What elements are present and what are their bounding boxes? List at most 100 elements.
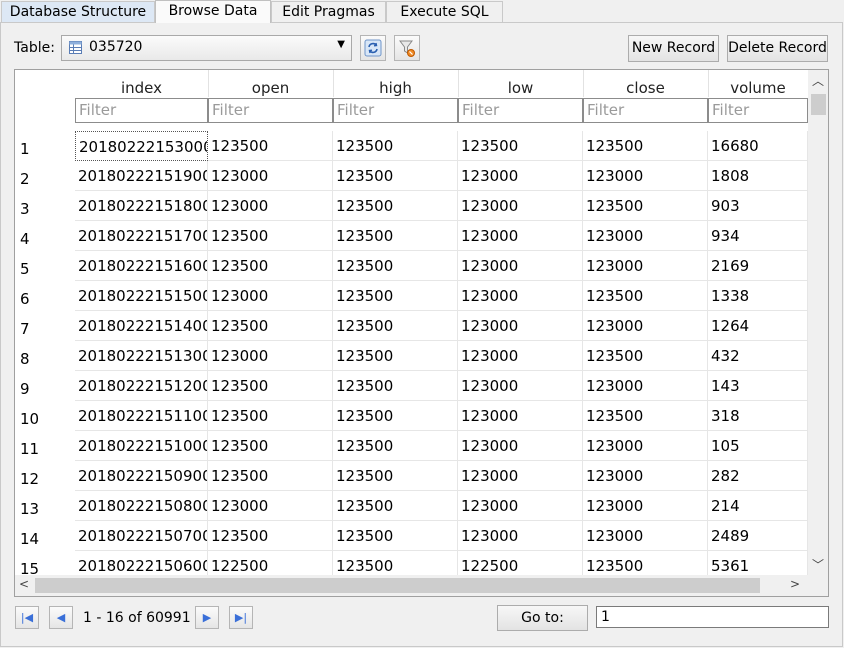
cell-low[interactable]: 123000 xyxy=(458,341,583,371)
cell-high[interactable]: 123500 xyxy=(333,281,458,311)
last-page-button[interactable]: ▶| xyxy=(229,606,253,629)
delete-record-button[interactable]: Delete Record xyxy=(727,35,828,62)
cell-high[interactable]: 123500 xyxy=(333,461,458,491)
cell-high[interactable]: 123500 xyxy=(333,131,458,161)
horizontal-scroll-thumb[interactable] xyxy=(35,578,760,593)
cell-close[interactable]: 123000 xyxy=(583,461,708,491)
cell-close[interactable]: 123000 xyxy=(583,311,708,341)
table-row[interactable]: 13 20180222150800 123000 123500 123000 123000… xyxy=(15,491,808,521)
cell-index[interactable]: 20180222151300 xyxy=(75,341,208,371)
cell-volume[interactable]: 934 xyxy=(708,221,808,251)
row-number[interactable]: 7 xyxy=(20,320,30,338)
cell-high[interactable]: 123500 xyxy=(333,401,458,431)
refresh-button[interactable] xyxy=(360,35,386,61)
cell-high[interactable]: 123500 xyxy=(333,251,458,281)
cell-open[interactable]: 123500 xyxy=(208,521,333,551)
scroll-up-icon[interactable]: ︿ xyxy=(812,72,824,89)
table-select[interactable]: 035720 ▼ xyxy=(61,35,352,61)
cell-open[interactable]: 123000 xyxy=(208,191,333,221)
table-row[interactable]: 9 20180222151200 123500 123500 123000 123000 1… xyxy=(15,371,808,401)
cell-low[interactable]: 123000 xyxy=(458,191,583,221)
cell-close[interactable]: 123000 xyxy=(583,251,708,281)
cell-open[interactable]: 123500 xyxy=(208,131,333,161)
cell-high[interactable]: 123500 xyxy=(333,431,458,461)
cell-close[interactable]: 123500 xyxy=(583,401,708,431)
column-divider[interactable] xyxy=(458,70,459,97)
cell-index[interactable]: 20180222151800 xyxy=(75,191,208,221)
cell-volume[interactable]: 282 xyxy=(708,461,808,491)
cell-index[interactable]: 20180222151400 xyxy=(75,311,208,341)
cell-open[interactable]: 123000 xyxy=(208,161,333,191)
row-number[interactable]: 9 xyxy=(20,380,30,398)
horizontal-scrollbar[interactable]: < > xyxy=(15,575,828,596)
cell-open[interactable]: 123500 xyxy=(208,371,333,401)
cell-volume[interactable]: 214 xyxy=(708,491,808,521)
cell-close[interactable]: 123500 xyxy=(583,191,708,221)
row-number[interactable]: 1 xyxy=(20,140,30,158)
table-row[interactable]: 7 20180222151400 123500 123500 123000 123000 1… xyxy=(15,311,808,341)
table-row[interactable]: 2 20180222151900 123000 123500 123000 123000 1… xyxy=(15,161,808,191)
cell-high[interactable]: 123500 xyxy=(333,521,458,551)
clear-filters-button[interactable] xyxy=(394,35,420,61)
tab-execute-sql[interactable]: Execute SQL xyxy=(386,1,503,22)
first-page-button[interactable]: |◀ xyxy=(15,606,39,629)
cell-low[interactable]: 123000 xyxy=(458,431,583,461)
cell-low[interactable]: 123000 xyxy=(458,491,583,521)
previous-page-button[interactable]: ◀ xyxy=(49,606,73,629)
table-row[interactable]: 8 20180222151300 123000 123500 123000 123500 4… xyxy=(15,341,808,371)
tab-database-structure[interactable]: Database Structure xyxy=(1,1,155,22)
data-grid[interactable]: index Filter open Filter high Filter low Filter… xyxy=(14,69,829,597)
table-row[interactable]: 3 20180222151800 123000 123500 123000 123500 9… xyxy=(15,191,808,221)
cell-index[interactable]: 20180222151700 xyxy=(75,221,208,251)
filter-input-volume[interactable]: Filter xyxy=(708,98,808,123)
cell-open[interactable]: 123000 xyxy=(208,281,333,311)
filter-input-index[interactable]: Filter xyxy=(75,98,208,123)
cell-volume[interactable]: 318 xyxy=(708,401,808,431)
tab-browse-data[interactable]: Browse Data xyxy=(155,0,271,23)
cell-low[interactable]: 123000 xyxy=(458,521,583,551)
scroll-left-icon[interactable]: < xyxy=(19,577,29,591)
cell-volume[interactable]: 105 xyxy=(708,431,808,461)
cell-index[interactable]: 20180222150900 xyxy=(75,461,208,491)
cell-volume[interactable]: 1338 xyxy=(708,281,808,311)
cell-volume[interactable]: 1808 xyxy=(708,161,808,191)
cell-low[interactable]: 123000 xyxy=(458,221,583,251)
cell-close[interactable]: 123500 xyxy=(583,131,708,161)
cell-low[interactable]: 123000 xyxy=(458,311,583,341)
filter-input-high[interactable]: Filter xyxy=(333,98,458,123)
scroll-down-icon[interactable]: ﹀ xyxy=(812,556,824,573)
cell-volume[interactable]: 2489 xyxy=(708,521,808,551)
cell-low[interactable]: 123000 xyxy=(458,401,583,431)
cell-open[interactable]: 123500 xyxy=(208,461,333,491)
column-divider[interactable] xyxy=(208,70,209,97)
cell-volume[interactable]: 1264 xyxy=(708,311,808,341)
cell-close[interactable]: 123500 xyxy=(583,341,708,371)
column-header-close[interactable]: close xyxy=(583,70,708,98)
cell-open[interactable]: 123500 xyxy=(208,401,333,431)
row-number[interactable]: 11 xyxy=(20,440,39,458)
cell-index[interactable]: 20180222151900 xyxy=(75,161,208,191)
column-header-volume[interactable]: volume xyxy=(708,70,808,98)
table-row[interactable]: 5 20180222151600 123500 123500 123000 123000 2… xyxy=(15,251,808,281)
cell-volume[interactable]: 143 xyxy=(708,371,808,401)
table-row[interactable]: 4 20180222151700 123500 123500 123000 123000 9… xyxy=(15,221,808,251)
cell-open[interactable]: 123000 xyxy=(208,491,333,521)
column-header-low[interactable]: low xyxy=(458,70,583,98)
cell-open[interactable]: 123500 xyxy=(208,431,333,461)
table-row[interactable]: 1 20180222153000 123500 123500 123500 123500 1… xyxy=(15,131,808,161)
cell-close[interactable]: 123000 xyxy=(583,491,708,521)
row-number[interactable]: 8 xyxy=(20,350,30,368)
row-number[interactable]: 6 xyxy=(20,290,30,308)
row-number[interactable]: 2 xyxy=(20,170,30,188)
cell-high[interactable]: 123500 xyxy=(333,191,458,221)
cell-high[interactable]: 123500 xyxy=(333,341,458,371)
cell-index[interactable]: 20180222150800 xyxy=(75,491,208,521)
vertical-scrollbar[interactable]: ︿ ﹀ xyxy=(808,70,828,575)
goto-input[interactable]: 1 xyxy=(596,606,829,628)
cell-volume[interactable]: 903 xyxy=(708,191,808,221)
cell-index[interactable]: 20180222151200 xyxy=(75,371,208,401)
row-number[interactable]: 12 xyxy=(20,470,39,488)
row-number[interactable]: 5 xyxy=(20,260,30,278)
filter-input-open[interactable]: Filter xyxy=(208,98,333,123)
cell-close[interactable]: 123500 xyxy=(583,281,708,311)
